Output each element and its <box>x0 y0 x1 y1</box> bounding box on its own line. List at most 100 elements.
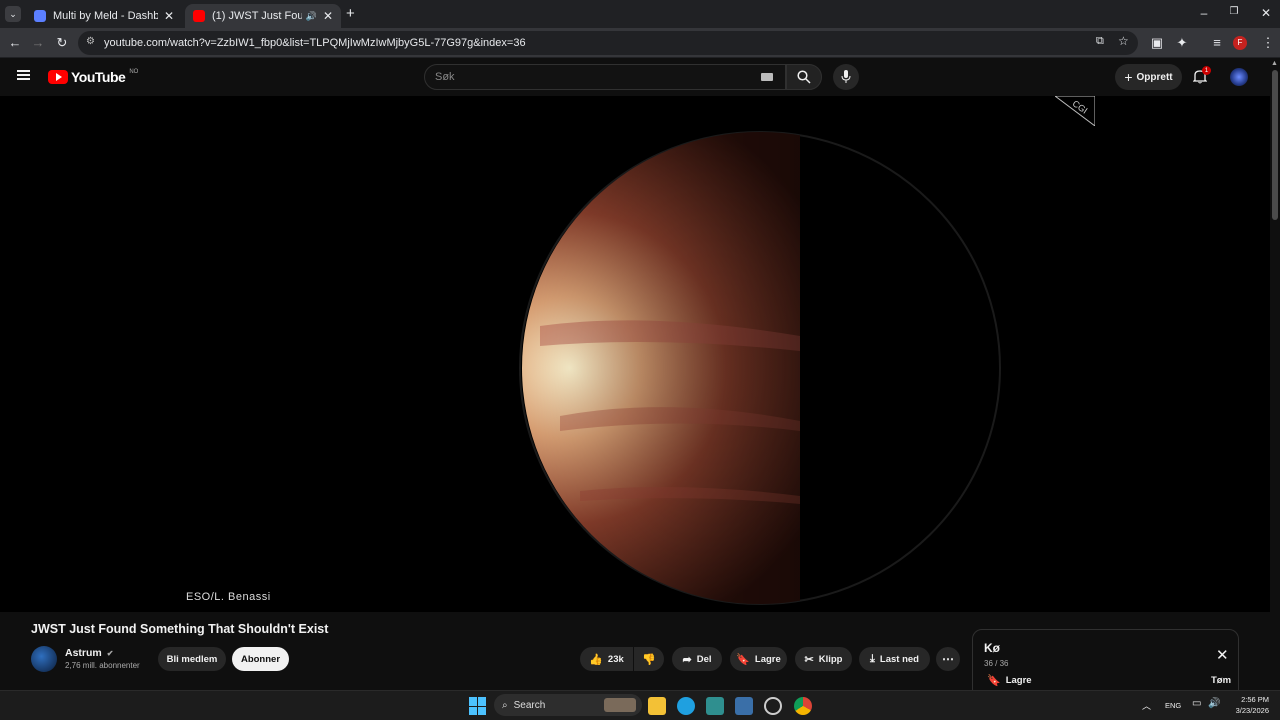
windows-taskbar: ⌕ Search ︿ ENG ▭ 🔊 2:56 PM 3/23/2026 <box>0 690 1280 720</box>
account-avatar[interactable] <box>1230 68 1248 86</box>
snipping-tool-icon[interactable] <box>735 697 753 715</box>
save-button[interactable]: 🔖 Lagre <box>730 647 787 671</box>
clock-date: 3/23/2026 <box>1235 706 1269 715</box>
channel-name-text: Astrum <box>65 647 102 659</box>
plus-icon: + <box>1124 69 1133 85</box>
system-clock[interactable]: 2:56 PM 3/23/2026 <box>1227 694 1269 716</box>
video-title: JWST Just Found Something That Shouldn't… <box>31 622 329 636</box>
meld-favicon-icon <box>34 10 46 22</box>
more-actions-button[interactable]: ⋯ <box>936 647 960 671</box>
notifications-button[interactable]: 1 <box>1192 66 1211 85</box>
create-label: Opprett <box>1136 71 1173 83</box>
join-button[interactable]: Bli medlem <box>158 647 226 671</box>
browser-toolbar: ← → ↻ ⚙ youtube.com/watch?v=ZzbIW1_fbp0&… <box>0 28 1280 58</box>
video-player[interactable]: ESO/L. Benassi CGI <box>0 96 1270 612</box>
search-icon: ⌕ <box>502 699 508 711</box>
queue-panel: Kø 36 / 36 ✕ 🔖 Lagre Tøm <box>972 629 1239 699</box>
hamburger-menu-icon[interactable] <box>17 70 30 80</box>
video-frame-planet <box>519 131 1001 605</box>
like-button[interactable]: 👍 23k <box>580 647 633 671</box>
chevron-up-icon[interactable]: ︿ <box>1142 699 1151 712</box>
share-label: Del <box>696 653 712 665</box>
close-queue-icon[interactable]: ✕ <box>1216 646 1229 664</box>
audio-playing-icon[interactable]: 🔊 <box>306 11 317 22</box>
search-button[interactable] <box>786 64 822 90</box>
minimize-icon[interactable]: – <box>1194 6 1214 20</box>
youtube-logo[interactable]: YouTube NO <box>48 69 138 85</box>
forward-icon[interactable]: → <box>29 34 47 52</box>
url-text: youtube.com/watch?v=ZzbIW1_fbp0&list=TLP… <box>104 37 526 49</box>
install-app-icon[interactable]: ⧉ <box>1096 35 1104 48</box>
create-button[interactable]: + Opprett <box>1115 64 1182 90</box>
verified-icon: ✔ <box>106 649 114 658</box>
address-bar[interactable]: ⚙ youtube.com/watch?v=ZzbIW1_fbp0&list=T… <box>78 31 1138 55</box>
queue-save-button[interactable]: 🔖 Lagre <box>987 674 1032 687</box>
search-highlight-icon <box>604 698 636 712</box>
site-info-icon[interactable]: ⚙ <box>86 36 95 47</box>
youtube-wordmark: YouTube <box>71 69 126 85</box>
chrome-menu-icon[interactable]: ⋮ <box>1259 34 1277 52</box>
dislike-button[interactable]: 👎 <box>634 647 664 671</box>
media-control-icon[interactable]: ≡ <box>1208 34 1226 52</box>
new-tab-button[interactable]: + <box>346 5 355 22</box>
download-button[interactable]: ⤓ Last ned <box>859 647 930 671</box>
app-icon-with-badge[interactable] <box>764 697 782 715</box>
save-label: Lagre <box>754 653 781 665</box>
thumbs-down-icon: 👎 <box>642 653 656 666</box>
share-button[interactable]: ➦ Del <box>672 647 722 671</box>
close-tab-icon[interactable]: ✕ <box>164 9 174 23</box>
channel-name[interactable]: Astrum ✔ <box>65 647 113 659</box>
bookmark-icon: 🔖 <box>736 653 750 666</box>
bookmark-star-icon[interactable]: ☆ <box>1118 34 1129 48</box>
browser-tab-youtube[interactable]: (1) JWST Just Found Something That Shoul… <box>185 4 341 28</box>
scrollbar-thumb[interactable] <box>1272 70 1278 220</box>
download-label: Last ned <box>879 653 919 665</box>
queue-count: 36 / 36 <box>984 659 1009 668</box>
close-window-icon[interactable]: ✕ <box>1256 6 1276 20</box>
bookmark-icon: 🔖 <box>987 675 1001 687</box>
language-indicator[interactable]: ENG <box>1165 701 1181 710</box>
browser-tab-strip: ⌄ Multi by Meld - Dashboard. ✕ (1) JWST … <box>0 0 1280 28</box>
edge-browser-icon[interactable] <box>677 697 695 715</box>
reload-icon[interactable]: ↻ <box>53 34 71 52</box>
youtube-masthead: YouTube NO Søk + Opprett 1 <box>0 58 1270 96</box>
download-icon: ⤓ <box>870 652 875 665</box>
close-tab-icon[interactable]: ✕ <box>323 9 333 23</box>
restore-icon[interactable]: ❐ <box>1224 6 1244 17</box>
windows-start-icon[interactable] <box>469 697 487 715</box>
scroll-up-arrow[interactable]: ▲ <box>1271 60 1278 67</box>
queue-title: Kø <box>984 641 1000 655</box>
tab-title: (1) JWST Just Found Something That Shoul… <box>212 10 302 22</box>
youtube-favicon-icon <box>193 10 205 22</box>
keyboard-icon[interactable] <box>761 73 773 81</box>
chrome-taskbar-icon[interactable] <box>794 697 812 715</box>
region-code: NO <box>129 69 139 75</box>
page-scrollbar[interactable]: ▲ <box>1270 58 1280 690</box>
more-horizontal-icon: ⋯ <box>942 652 954 666</box>
app-window-icon[interactable] <box>706 697 724 715</box>
voice-search-button[interactable] <box>833 64 859 90</box>
taskbar-search-box[interactable]: ⌕ Search <box>494 694 642 716</box>
tab-search-button[interactable]: ⌄ <box>5 6 21 22</box>
extension-icon[interactable]: ▣ <box>1148 34 1166 52</box>
channel-avatar[interactable] <box>31 646 57 672</box>
search-placeholder: Søk <box>435 71 455 83</box>
notification-badge: 1 <box>1202 66 1211 75</box>
extensions-puzzle-icon[interactable]: ✦ <box>1173 34 1191 52</box>
clip-button[interactable]: ✂ Klipp <box>795 647 852 671</box>
subscribe-button[interactable]: Abonner <box>232 647 289 671</box>
share-arrow-icon: ➦ <box>682 653 692 666</box>
scissors-icon: ✂ <box>804 653 814 666</box>
queue-clear-button[interactable]: Tøm <box>1211 675 1231 686</box>
microphone-icon <box>841 70 851 83</box>
profile-avatar[interactable]: F <box>1233 36 1247 50</box>
clip-label: Klipp <box>818 653 843 665</box>
volume-icon[interactable]: 🔊 <box>1208 698 1220 709</box>
thumbs-up-icon: 👍 <box>589 653 603 666</box>
browser-tab-meld[interactable]: Multi by Meld - Dashboard. ✕ <box>26 4 182 28</box>
taskbar-search-label: Search <box>513 699 546 711</box>
search-input[interactable]: Søk <box>424 64 786 90</box>
network-icon[interactable]: ▭ <box>1192 698 1201 709</box>
file-explorer-icon[interactable] <box>648 697 666 715</box>
back-icon[interactable]: ← <box>6 34 24 52</box>
